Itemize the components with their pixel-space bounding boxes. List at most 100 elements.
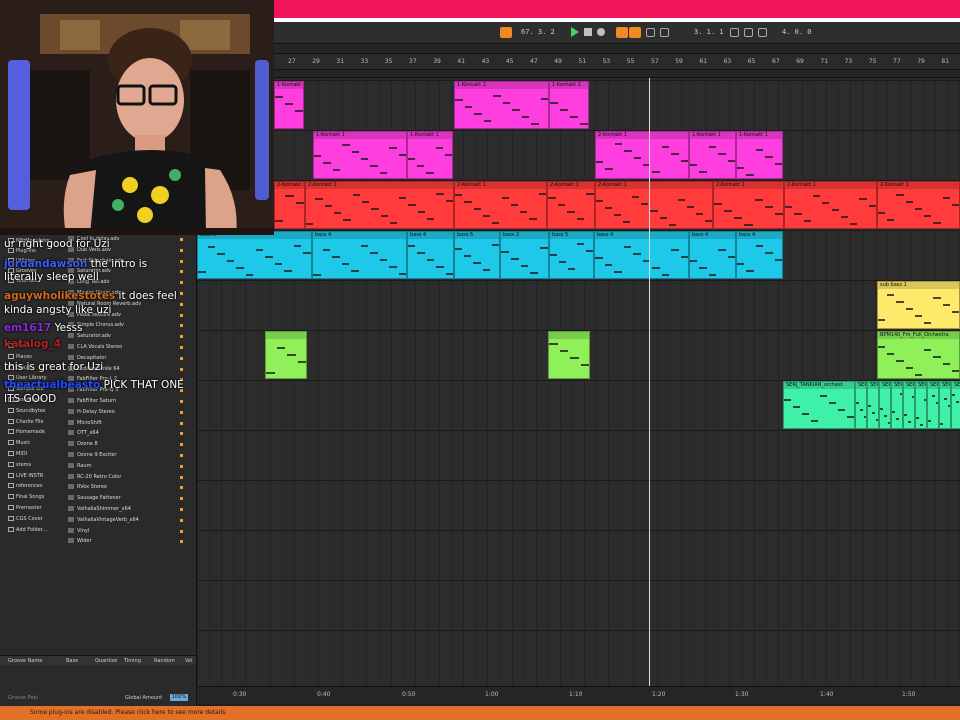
clip[interactable]: SER bbox=[891, 381, 903, 429]
loop-brace-strip[interactable] bbox=[274, 70, 960, 78]
clip[interactable]: 2-Kontakt 1 bbox=[595, 181, 713, 229]
browser-place[interactable]: Charlie File bbox=[8, 418, 44, 425]
browser-place[interactable]: Final Songs bbox=[8, 494, 44, 500]
clip[interactable]: bass 4 bbox=[312, 231, 407, 279]
global-amount-field[interactable]: 100% bbox=[170, 694, 188, 701]
clip[interactable]: bass 4 bbox=[736, 231, 783, 279]
clip[interactable]: bass 5 bbox=[454, 231, 500, 279]
clip[interactable]: bass 2 bbox=[500, 231, 549, 279]
clip[interactable]: 1-Kontakt 2 bbox=[549, 81, 589, 129]
browser-file-item[interactable]: Ozone 9 Exciter bbox=[68, 452, 117, 458]
midi-note bbox=[408, 245, 416, 247]
clip[interactable]: bass 4 bbox=[594, 231, 689, 279]
clip[interactable]: SER bbox=[939, 381, 951, 429]
status-message[interactable]: Some plug-ins are disabled. Please click… bbox=[30, 709, 227, 716]
browser-place[interactable]: Homemade bbox=[8, 429, 45, 435]
clip[interactable] bbox=[265, 331, 307, 379]
chat-username[interactable]: katalog_4 bbox=[4, 338, 61, 350]
browser-file-item[interactable]: ValhallaVintageVerb_x64 bbox=[68, 516, 139, 523]
draw-mode-icon[interactable] bbox=[730, 28, 739, 37]
session-record-icon[interactable] bbox=[660, 28, 669, 37]
browser-file-item[interactable]: H-Delay Stereo bbox=[68, 408, 115, 415]
clip[interactable]: 1-Kontakt 1 bbox=[736, 131, 783, 179]
browser-place[interactable]: Soundbytes bbox=[8, 407, 46, 414]
automation-arm-button[interactable] bbox=[629, 27, 641, 38]
browser-place[interactable]: MIDI bbox=[8, 451, 27, 457]
midi-map-icon[interactable] bbox=[758, 28, 767, 37]
groove-column-header[interactable]: Quantize bbox=[95, 658, 117, 664]
browser-place[interactable]: LIVE INSTR bbox=[8, 472, 43, 479]
clip[interactable]: 2-Kontakt 1 bbox=[274, 181, 305, 229]
groove-column-header[interactable]: Base bbox=[66, 658, 78, 664]
chat-username[interactable]: em1617 bbox=[4, 322, 51, 334]
groove-pool-label[interactable]: Groove Pool bbox=[8, 695, 38, 701]
groove-column-header[interactable]: Random bbox=[154, 658, 175, 664]
clip[interactable]: SER bbox=[855, 381, 867, 429]
follow-button[interactable] bbox=[500, 27, 512, 38]
browser-file-item[interactable]: Vinyl bbox=[68, 527, 89, 534]
clip[interactable]: SERJ_TANKIAN_orchest bbox=[783, 381, 855, 429]
record-icon[interactable] bbox=[597, 28, 605, 36]
browser-file-item[interactable]: Ozone 8 bbox=[68, 441, 98, 447]
clip[interactable]: 1-Kontakt 1 bbox=[407, 131, 453, 179]
clip[interactable]: 1-Kontakt 2 bbox=[454, 81, 549, 129]
clip[interactable]: BPM140_Fm_Full_Orchestra bbox=[877, 331, 960, 379]
clip[interactable]: 2-Kontakt 1 bbox=[877, 181, 960, 229]
clip[interactable]: 2-Kontakt 1 bbox=[305, 181, 454, 229]
clip[interactable]: SER bbox=[915, 381, 927, 429]
browser-file-item[interactable]: OTT_x64 bbox=[68, 430, 99, 436]
browser-file-item[interactable]: Wider bbox=[68, 538, 92, 544]
groove-column-header[interactable]: Timing bbox=[124, 658, 141, 664]
clip[interactable]: bass 3 bbox=[197, 231, 312, 279]
clip[interactable]: sub bass 1 bbox=[877, 281, 960, 329]
clip[interactable]: bass 5 bbox=[549, 231, 594, 279]
arrangement-view[interactable]: 1-Kontakt 1 1-Kontakt 21-Kontakt 2 1-Konta… bbox=[197, 78, 960, 686]
loop-length-display[interactable]: 4. 0. 0 bbox=[782, 27, 812, 38]
chat-username[interactable]: aguywholikestotes bbox=[4, 290, 115, 302]
tempo-display[interactable]: 67. 3. 2 bbox=[521, 27, 555, 38]
clip[interactable]: SER bbox=[903, 381, 915, 429]
browser-file-item[interactable]: Sausage Fattener bbox=[68, 495, 121, 501]
clip[interactable]: 1-Kontakt 1 bbox=[274, 81, 304, 129]
beat-time-ruler[interactable]: 27 29 31 33 35 37 39 41 43 45 47 49 51 53 55 57 59 61 63 65… bbox=[274, 54, 960, 70]
clip[interactable]: 2-Kontakt 1 bbox=[547, 181, 595, 229]
status-bar[interactable]: Some plug-ins are disabled. Please click… bbox=[0, 706, 960, 720]
browser-place[interactable]: references bbox=[8, 483, 42, 489]
clip[interactable]: 2-Kontakt 1 bbox=[713, 181, 784, 229]
browser-place[interactable]: Premaster bbox=[8, 505, 42, 511]
time-ruler[interactable]: 0:30 0:40 0:50 1:00 1:10 1:20 1:30 1:40 1:50 bbox=[197, 686, 960, 704]
clip[interactable]: 2-Kontakt 1 bbox=[784, 181, 877, 229]
browser-place[interactable]: stems bbox=[8, 461, 31, 468]
browser-file-item[interactable]: MicroShift bbox=[68, 419, 102, 426]
loop-icon[interactable] bbox=[646, 28, 655, 37]
browser-place[interactable]: Music bbox=[8, 440, 30, 446]
clip[interactable]: SER bbox=[879, 381, 891, 429]
clip[interactable]: 2-Kontakt 1 bbox=[595, 131, 689, 179]
clip[interactable]: 2-Kontakt 1 bbox=[454, 181, 547, 229]
midi-note bbox=[774, 259, 782, 261]
position-display[interactable]: 3. 1. 1 bbox=[694, 27, 724, 38]
clip[interactable]: SER bbox=[867, 381, 879, 429]
arrangement-overview[interactable] bbox=[274, 44, 960, 54]
groove-column-header[interactable]: Groove Name bbox=[8, 658, 42, 664]
clip[interactable]: bass 4 bbox=[407, 231, 454, 279]
clip[interactable]: SER bbox=[951, 381, 960, 429]
clip[interactable]: bass 4 bbox=[689, 231, 736, 279]
key-map-icon[interactable] bbox=[744, 28, 753, 37]
groove-column-header[interactable]: Vel bbox=[185, 658, 193, 664]
browser-file-item[interactable]: Raum bbox=[68, 462, 91, 469]
browser-place[interactable]: CGS Cover bbox=[8, 515, 43, 522]
browser-place[interactable]: Add Folder... bbox=[8, 526, 47, 533]
browser-file-item[interactable]: RC-20 Retro Color bbox=[68, 473, 121, 480]
chat-username[interactable]: jordandawson bbox=[4, 258, 87, 270]
overdub-button[interactable] bbox=[616, 27, 628, 38]
browser-file-item[interactable]: ValhallaShimmer_x64 bbox=[68, 506, 131, 512]
clip[interactable]: 1-Kontakt 1 bbox=[689, 131, 736, 179]
clip[interactable]: 1-Kontakt 1 bbox=[313, 131, 407, 179]
clip[interactable] bbox=[548, 331, 590, 379]
play-icon[interactable] bbox=[571, 27, 579, 37]
chat-username[interactable]: theactualbeasto bbox=[4, 379, 100, 391]
browser-file-item[interactable]: RVox Stereo bbox=[68, 484, 107, 490]
clip[interactable]: SER bbox=[927, 381, 939, 429]
stop-icon[interactable] bbox=[584, 28, 592, 36]
